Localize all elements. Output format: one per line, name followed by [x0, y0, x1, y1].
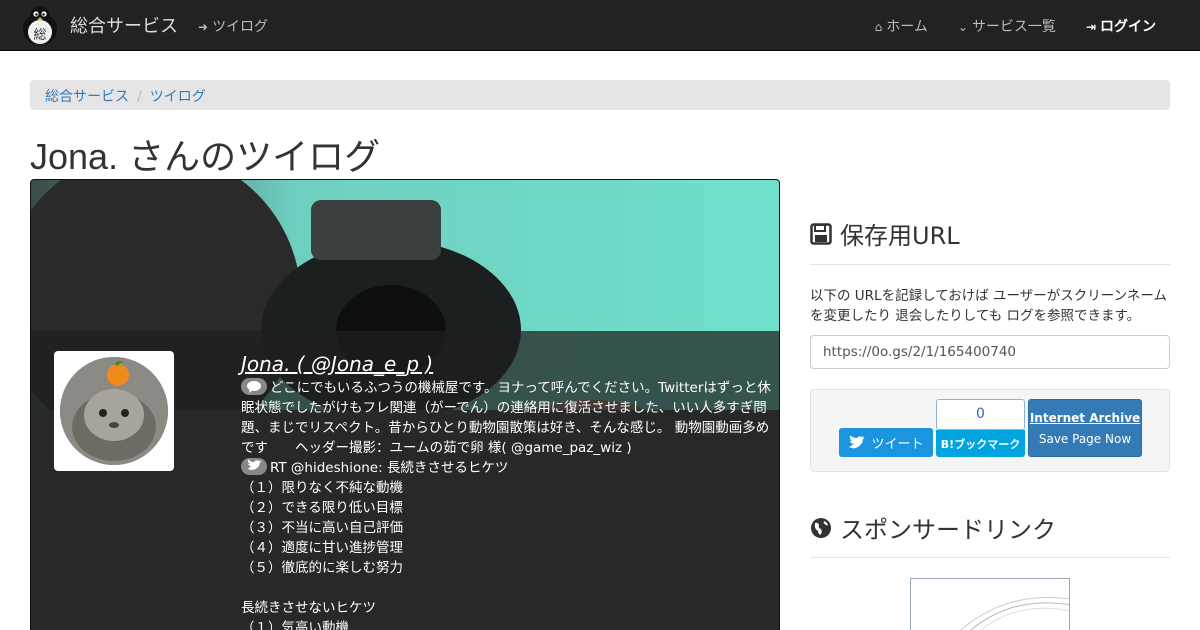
twitter-bird-icon	[241, 458, 267, 475]
hatena-bookmark-button[interactable]: B!ブックマーク	[936, 430, 1025, 457]
profile-card: Jona. ( @Jona_e_p ) どこにでもいるふつうの機械屋です。ヨナっ…	[30, 179, 780, 630]
tweet-line: （３）不当に高い自己評価	[241, 520, 403, 536]
nav-current-app-label: ツイログ	[212, 19, 269, 35]
hatena-bookmark-count[interactable]: 0	[936, 399, 1025, 430]
nav-login-label: ログイン	[1100, 19, 1156, 35]
save-url-description: 以下の URLを記録しておけば ユーザーがスクリーンネームを変更したり 退会した…	[810, 288, 1167, 324]
chevron-circle-right-icon: ➜	[198, 20, 209, 34]
twitter-bird-icon	[849, 435, 866, 448]
page-title: Jona. さんのツイログ	[30, 136, 381, 177]
sponsor-heading: スポンサードリンク	[810, 510, 1056, 545]
breadcrumb: 総合サービス / ツイログ	[30, 80, 1170, 110]
share-buttons-panel: ツイート 0 B!ブックマーク Internet Archive Save Pa…	[810, 389, 1170, 472]
brand-link[interactable]: 総 総合サービス	[18, 3, 178, 47]
globe-icon	[811, 517, 831, 538]
tweet-button-label: ツイート	[871, 437, 924, 452]
tweet-button[interactable]: ツイート	[839, 428, 933, 457]
internet-archive-button[interactable]: Internet Archive Save Page Now	[1028, 399, 1142, 457]
tweet-line: （１）限りなく不純な動機	[241, 480, 403, 496]
tweet-line	[241, 578, 771, 598]
breadcrumb-separator: /	[137, 89, 142, 105]
nav-services-dropdown[interactable]: ⌄ サービス一覧	[958, 16, 1056, 36]
tweet-line: （４）適度に甘い進捗管理	[241, 540, 403, 556]
nav-home-label: ホーム	[886, 19, 928, 35]
tweet-line: 長続きさせないヒケツ	[241, 600, 376, 616]
profile-name-link[interactable]: Jona. ( @Jona_e_p )	[241, 352, 433, 376]
home-icon: ⌂	[874, 20, 883, 34]
save-url-heading-text: 保存用URL	[840, 222, 960, 250]
profile-bio-text: どこにでもいるふつうの機械屋です。ヨナって呼んでください。Twitterはずっと…	[241, 380, 771, 456]
floppy-disk-icon	[810, 222, 832, 245]
avatar-frame	[54, 351, 174, 471]
speech-bubble-icon	[241, 378, 267, 395]
sponsor-heading-text: スポンサードリンク	[840, 516, 1056, 544]
sign-in-icon: ⇥	[1085, 20, 1096, 34]
internet-archive-title: Internet Archive	[1029, 411, 1141, 425]
divider	[810, 264, 1170, 265]
nav-services-label: サービス一覧	[971, 19, 1056, 35]
tweet-line: （２）できる限り低い目標	[241, 500, 403, 516]
save-url-heading: 保存用URL	[810, 216, 960, 251]
tweet-line: （５）徹底的に楽しむ努力	[241, 560, 403, 576]
internet-archive-action: Save Page Now	[1038, 432, 1132, 446]
brand-name: 総合サービス	[70, 16, 178, 37]
profile-bio: どこにでもいるふつうの機械屋です。ヨナって呼んでください。Twitterはずっと…	[241, 378, 771, 458]
top-navbar: 総 総合サービス ➜ ツイログ ⌂ ホーム ⌄ サービス一覧 ⇥ ログイン	[0, 0, 1200, 51]
penguin-logo-icon: 総	[18, 3, 62, 47]
divider	[810, 557, 1170, 558]
svg-text:総: 総	[33, 28, 46, 43]
chevron-down-icon: ⌄	[957, 20, 968, 34]
nav-home[interactable]: ⌂ ホーム	[875, 16, 928, 36]
breadcrumb-twilog[interactable]: ツイログ	[150, 89, 206, 105]
nav-current-app[interactable]: ➜ ツイログ	[198, 16, 268, 36]
latest-tweet: RT @hideshione: 長続きさせるヒケツ （１）限りなく不純な動機 （…	[241, 458, 771, 630]
tweet-line: （１）気高い動機	[241, 620, 349, 630]
nav-login[interactable]: ⇥ ログイン	[1086, 16, 1156, 36]
breadcrumb-home[interactable]: 総合サービス	[45, 89, 129, 105]
avatar[interactable]	[60, 357, 168, 465]
save-url-field[interactable]	[810, 335, 1170, 369]
tweet-line: RT @hideshione: 長続きさせるヒケツ	[270, 460, 509, 476]
sponsored-ad[interactable]	[910, 578, 1070, 630]
